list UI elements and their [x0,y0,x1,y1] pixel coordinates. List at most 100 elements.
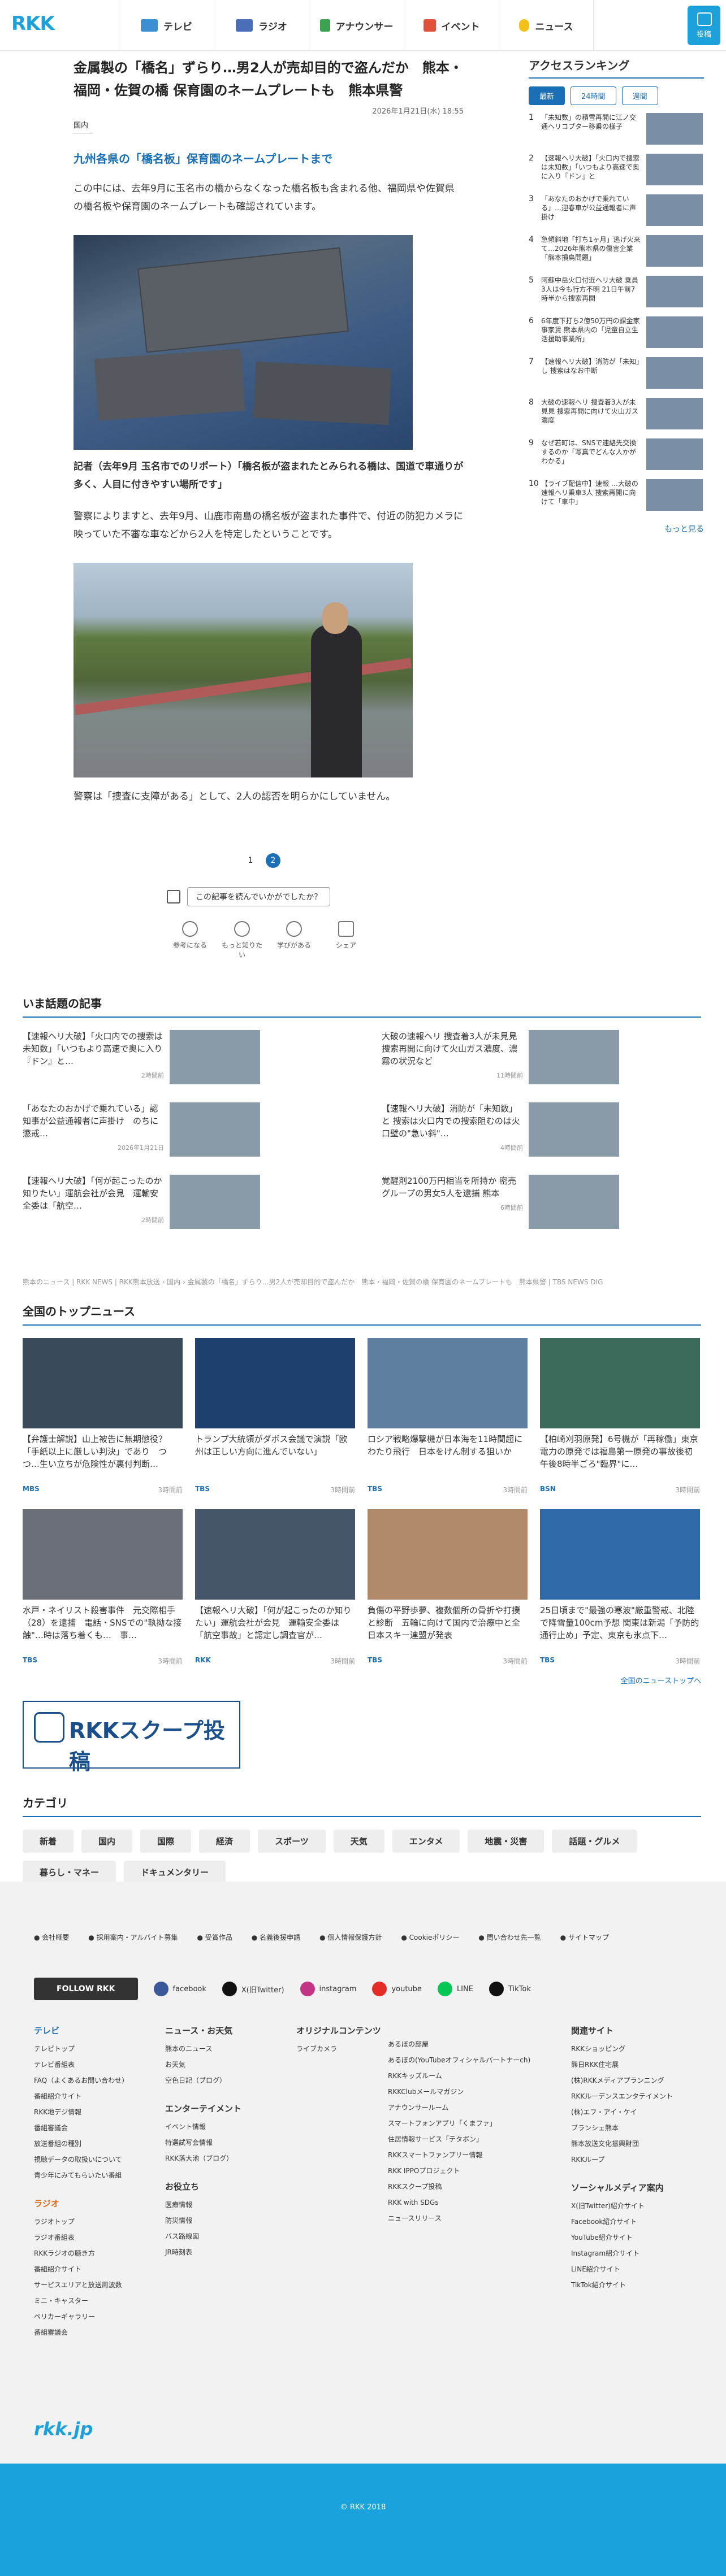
footer-link[interactable]: ライブカメラ [296,2041,381,2057]
footer-link[interactable]: ● 問い合わせ先一覧 [478,1932,541,1942]
footer-link[interactable]: ラジオトップ [34,2214,128,2230]
page-2[interactable]: 2 [266,853,280,868]
footer-link[interactable]: YouTube紹介サイト [571,2230,673,2245]
footer-link[interactable]: RKK落大池（ブログ） [165,2151,241,2166]
category-tag[interactable]: 地震・災害 [468,1830,544,1853]
ranking-item[interactable]: 4 急傾斜地「打ち1ヶ月」逃げ火来て…2026年熊本県の傷害企業「熊本損鳥問題」 [529,235,704,268]
footer-link[interactable]: 熊本のニュース [165,2041,241,2057]
footer-link[interactable]: 番組審議会 [34,2120,128,2136]
footer-link[interactable]: Instagram紹介サイト [571,2245,673,2261]
footer-link[interactable]: RKKルーデンスエンタテイメント [571,2088,673,2104]
category-tag[interactable]: 国際 [140,1830,192,1853]
top-news-item[interactable]: 【速報ヘリ大破】「何が起こったのか知りたい」運航会社が会見 運輸安全委は「航空事… [195,1509,355,1666]
footer-link[interactable]: 住居情報サービス「テタボン」 [388,2131,530,2147]
footer-link[interactable]: 熊本放送文化振興財団 [571,2136,673,2152]
footer-link[interactable]: (株)RKKメディアプランニング [571,2073,673,2088]
footer-link[interactable]: ペリカーギャラリー [34,2309,128,2325]
footer-logo[interactable]: rkk.jp [34,2418,93,2440]
category-tag[interactable]: エンタメ [392,1830,460,1853]
social-link[interactable]: instagram [300,1982,356,1996]
footer-link[interactable]: ミニ・キャスター [34,2293,128,2309]
footer-link[interactable]: RKKスクープ投稿 [388,2179,530,2195]
footer-link[interactable]: 番組紹介サイト [34,2088,128,2104]
footer-link[interactable]: RKKスマートファンプリー情報 [388,2147,530,2163]
ranking-item[interactable]: 2 【速報ヘリ大破】「火口内で捜索は未知数」「いつもより高速で奥に入り『ドン』と [529,154,704,186]
top-news-item[interactable]: ロシア戦略爆撃機が日本海を11時間超にわたり飛行 日本をけん制する狙いか TBS 3… [368,1338,528,1495]
footer-link[interactable]: X(旧Twitter)紹介サイト [571,2198,673,2214]
footer-link[interactable]: ● 会社概要 [34,1932,69,1942]
footer-link[interactable]: LINE紹介サイト [571,2261,673,2277]
reaction-more[interactable]: もっと知りたい [219,921,265,959]
ranking-item[interactable]: 5 阿蘇中岳火口付近ヘリ大破 乗員3人は今も行方不明 21日午前7時半から捜索再開 [529,276,704,309]
hot-article[interactable]: 大破の速報ヘリ 捜査着3人が未見見 捜索再開に向けて火山ガス濃度、濃霧の状況など… [382,1030,701,1084]
ranking-item[interactable]: 3 「あなたのおかげで乗れている」…迎春車が公益通報者に声掛け [529,194,704,227]
social-link[interactable]: youtube [372,1982,422,1996]
reaction-share[interactable]: シェア [323,921,369,959]
footer-link[interactable]: RKKショッピング [571,2041,673,2057]
hot-article[interactable]: 【速報ヘリ大破】消防が「未知数」と 捜索は火口内での捜索阻むのは火口壁の"急い斜… [382,1102,701,1157]
footer-link[interactable]: ● Cookieポリシー [401,1932,459,1942]
footer-link[interactable]: ● 受賞作品 [197,1932,232,1942]
nav-radio[interactable]: ラジオ [214,0,309,51]
ranking-more-link[interactable]: もっと見る [529,523,704,535]
nav-news[interactable]: ニュース [499,0,594,51]
footer-link[interactable]: あるぼの部屋 [388,2036,530,2052]
tab-24h[interactable]: 24時間 [571,86,616,105]
top-news-more-link[interactable]: 全国のニューストップへ [23,1675,701,1686]
nav-announcer[interactable]: アナウンサー [309,0,404,51]
top-news-item[interactable]: 【弁護士解説】山上被告に無期懲役？「手紙以上に厳しい判決」であり つつ…生い立ち… [23,1338,183,1495]
social-link[interactable]: TikTok [489,1982,531,1996]
footer-link[interactable]: 空色日記（ブログ） [165,2073,241,2088]
footer-link[interactable]: FAQ（よくあるお問い合わせ） [34,2073,128,2088]
reaction-useful[interactable]: 参考になる [167,921,213,959]
ranking-item[interactable]: 10 【ライブ配信中】速報 …大破の速報ヘリ乗車3人 捜索再開に向けて「車中」 [529,479,704,512]
footer-link[interactable]: RKK with SDGs [388,2195,530,2210]
category-tag[interactable]: 暮らし・マネー [23,1861,116,1884]
footer-link[interactable]: あるぼの(YouTubeオフィシャルパートナーch) [388,2052,530,2068]
category-tag[interactable]: 国内 [81,1830,133,1853]
footer-link[interactable]: Facebook紹介サイト [571,2214,673,2230]
top-news-item[interactable]: 負傷の平野歩夢、複数個所の骨折や打撲と診断 五輪に向けて国内で治療中と全日本スキ… [368,1509,528,1666]
footer-link[interactable]: バス路線図 [165,2229,241,2244]
top-news-item[interactable]: 【柏崎刈羽原発】6号機が「再稼働」東京電力の原発では福島第一原発の事故後初 午後… [540,1338,700,1495]
footer-link[interactable]: ブランシェ熊本 [571,2120,673,2136]
footer-link[interactable]: RKK IPPOプロジェクト [388,2163,530,2179]
hot-article[interactable]: 【速報ヘリ大破】「何が起こったのか知りたい」運航会社が会見 運輸安全委は「航空…… [23,1175,342,1229]
hot-article[interactable]: 「あなたのおかげで乗れている」認知事が公益通報者に声掛け のちに懲戒… 2026年… [23,1102,342,1157]
breadcrumb[interactable]: 熊本のニュース | RKK NEWS | RKK熊本放送 › 国内 › 金属製の… [23,1277,701,1287]
footer-link[interactable]: ● 名義後援申請 [252,1932,300,1942]
article-category[interactable]: 国内 [74,119,93,134]
social-link[interactable]: facebook [153,1982,206,1996]
tab-weekly[interactable]: 週間 [621,86,658,105]
nav-event[interactable]: イベント [404,0,499,51]
footer-link[interactable]: イベント情報 [165,2119,241,2135]
footer-link[interactable]: RKKループ [571,2152,673,2167]
footer-link[interactable]: 視聴データの取扱いについて [34,2152,128,2167]
footer-link[interactable]: RKKキッズルーム [388,2068,530,2084]
footer-link[interactable]: TikTok紹介サイト [571,2277,673,2293]
footer-link[interactable]: JR時刻表 [165,2244,241,2260]
category-tag[interactable]: 経済 [199,1830,250,1853]
category-tag[interactable]: ドキュメンタリー [124,1861,226,1884]
footer-link[interactable]: テレビ番組表 [34,2057,128,2073]
tab-latest[interactable]: 最新 [529,86,565,105]
ranking-item[interactable]: 6 6年度下打ち2億50万円の課金家事家賃 熊本県内の「児童自立生活援助事業所」 [529,316,704,349]
category-tag[interactable]: スポーツ [258,1830,326,1853]
footer-link[interactable]: 医療情報 [165,2197,241,2213]
ranking-item[interactable]: 7 【速報ヘリ大破】消防が「未知」し 捜索はなお中断 [529,357,704,390]
top-news-item[interactable]: 25日頃まで"最強の寒波"厳重警戒、北陸で降雪量100cm予想 関東は新潟「予防… [540,1509,700,1666]
footer-link[interactable]: テレビトップ [34,2041,128,2057]
top-news-item[interactable]: 水戸・ネイリスト殺害事件 元交際相手（28）を逮捕 電話・SNSでの"執拗な接触… [23,1509,183,1666]
footer-link[interactable]: 特選試写会情報 [165,2135,241,2151]
footer-link[interactable]: ニュースリリース [388,2210,530,2226]
hot-article[interactable]: 覚醒剤2100万円相当を所持か 密売グループの男女5人を逮捕 熊本 6時間前 [382,1175,701,1229]
ranking-item[interactable]: 9 なぜ若町は、SNSで連絡先交換するのか「写真でどんな人かがわかる」 [529,438,704,471]
social-link[interactable]: X(旧Twitter) [222,1982,284,1996]
category-tag[interactable]: 新着 [23,1830,74,1853]
reaction-learn[interactable]: 学びがある [271,921,317,959]
footer-link[interactable]: サービスエリアと放送周波数 [34,2277,128,2293]
footer-link[interactable]: 番組紹介サイト [34,2261,128,2277]
footer-link[interactable]: ● 採用案内・アルバイト募集 [88,1932,178,1942]
page-1[interactable]: 1 [243,853,258,868]
footer-link[interactable]: ● サイトマップ [560,1932,609,1942]
